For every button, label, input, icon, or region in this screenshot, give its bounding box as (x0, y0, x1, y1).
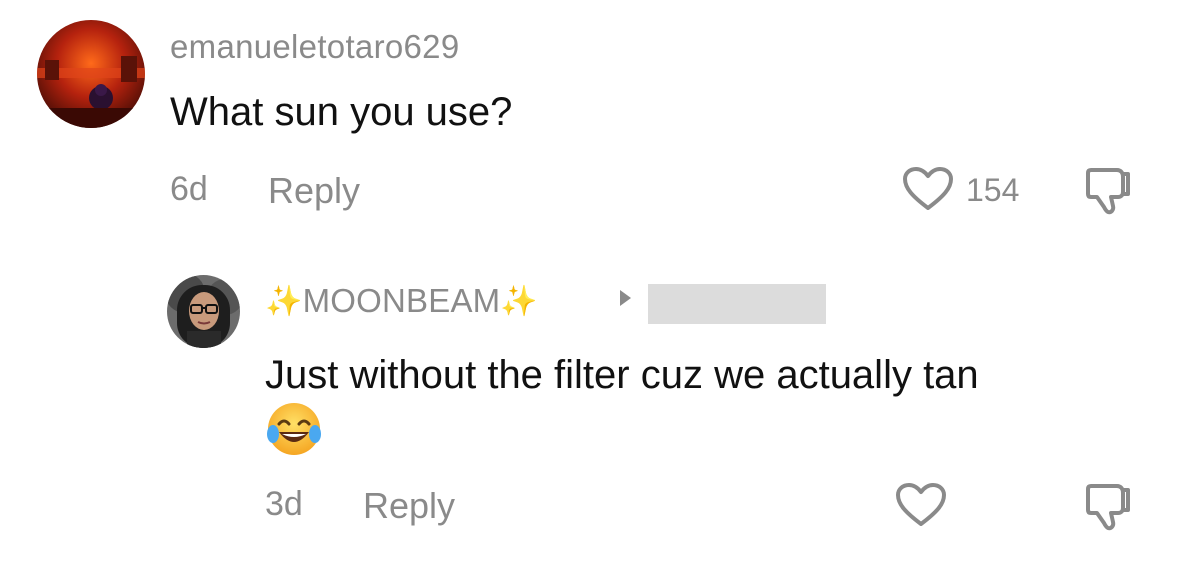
comment: emanueletotaro629 What sun you use? 6d R… (0, 0, 1179, 250)
comment-timestamp: 6d (170, 170, 208, 208)
reply-comment: ✨ MOONBEAM ✨ Just without the filter cuz… (0, 260, 1179, 560)
comment-timestamp: 3d (265, 485, 303, 523)
fiery-scene-avatar-icon (37, 20, 145, 128)
comment-username[interactable]: emanueletotaro629 (170, 28, 459, 66)
user-avatar[interactable] (37, 20, 145, 128)
comment-text: Just without the filter cuz we actually … (265, 353, 979, 397)
sparkles-icon: ✨ (265, 284, 303, 318)
user-avatar[interactable] (167, 275, 240, 348)
username-text: MOONBEAM (302, 282, 501, 319)
reply-button[interactable]: Reply (363, 485, 455, 527)
redacted-username (648, 284, 826, 324)
comment-text: What sun you use? (170, 90, 513, 134)
woman-with-glasses-avatar-icon (167, 275, 240, 348)
comment-username[interactable]: ✨ MOONBEAM ✨ (265, 282, 538, 320)
like-count: 154 (966, 172, 1020, 208)
heart-icon[interactable] (895, 482, 947, 528)
reply-to-arrow-icon (620, 290, 631, 306)
dislike-icon[interactable] (1083, 164, 1133, 216)
reply-button[interactable]: Reply (268, 170, 360, 212)
dislike-icon[interactable] (1083, 480, 1133, 532)
sparkles-icon: ✨ (500, 284, 538, 318)
face-with-tears-of-joy-icon (265, 400, 323, 458)
heart-icon[interactable] (902, 166, 954, 212)
